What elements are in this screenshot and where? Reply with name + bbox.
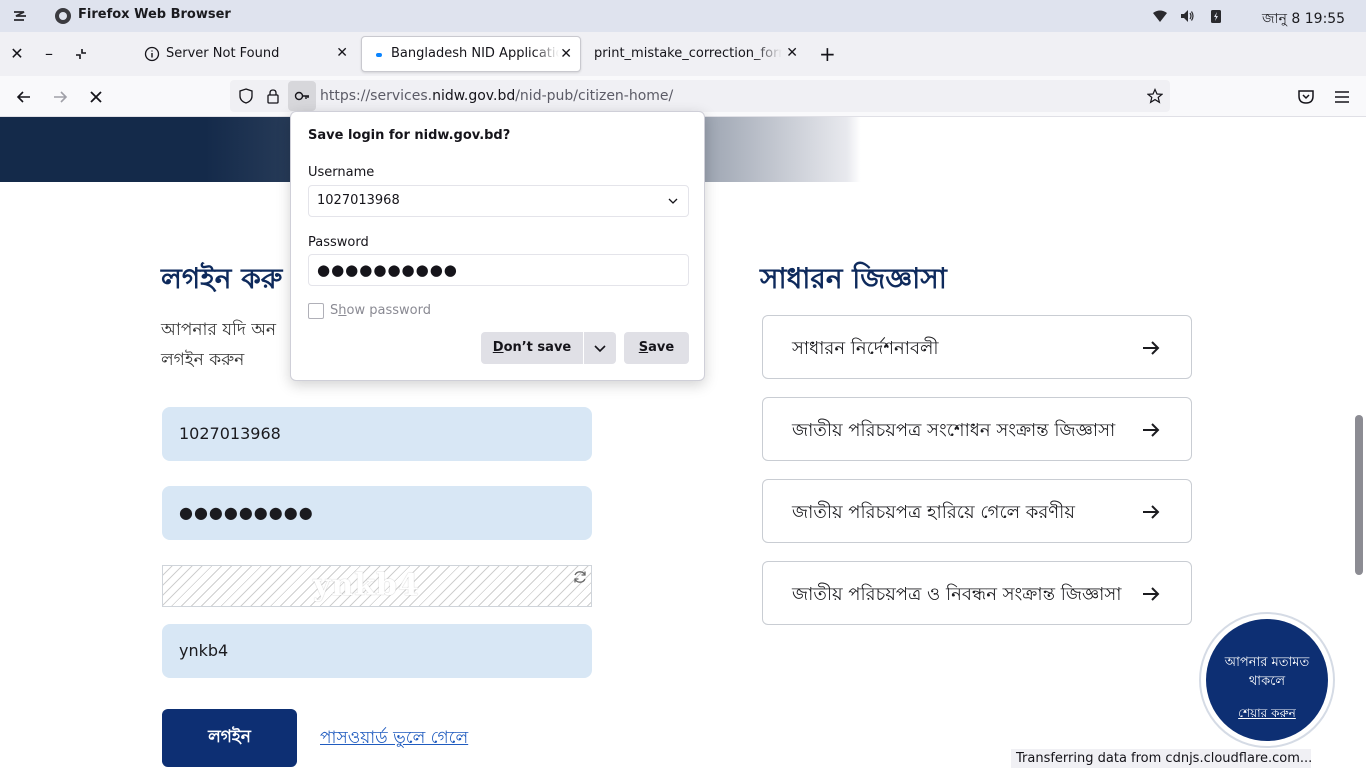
- dont-save-rest: on’t save: [503, 340, 572, 355]
- scrollbar-thumb[interactable]: [1355, 415, 1363, 575]
- tab-server-not-found[interactable]: Server Not Found ✕: [136, 36, 356, 72]
- activities-icon[interactable]: [12, 8, 28, 24]
- tab-close-icon[interactable]: ✕: [786, 46, 798, 60]
- menu-icon[interactable]: [1332, 87, 1352, 107]
- save-accesskey: S: [638, 340, 649, 355]
- url-domain: nidw.gov.bd: [432, 88, 516, 104]
- tab-label: print_mistake_correction_form: [594, 46, 782, 61]
- password-key-button[interactable]: [288, 81, 316, 111]
- shield-icon[interactable]: [238, 88, 254, 104]
- popup-username-field[interactable]: 1027013968: [308, 185, 689, 217]
- show-password-rest: ow password: [346, 303, 431, 318]
- info-icon: [144, 46, 160, 62]
- login-button[interactable]: লগইন: [162, 709, 297, 767]
- tab-print-mistake-correction[interactable]: print_mistake_correction_form ✕: [586, 36, 806, 72]
- username-input[interactable]: 1027013968: [162, 407, 592, 461]
- window-close-icon[interactable]: ✕: [9, 46, 25, 62]
- arrow-right-icon: [1143, 423, 1160, 437]
- faq-item-label: জাতীয় পরিচয়পত্র ও নিবন্ধন সংক্রান্ত জি…: [792, 584, 1122, 605]
- faq-item[interactable]: জাতীয় পরিচয়পত্র হারিয়ে গেলে করণীয়: [762, 479, 1192, 543]
- popup-password-field[interactable]: ●●●●●●●●●●: [308, 254, 689, 286]
- window-restore-icon[interactable]: [73, 46, 89, 62]
- captcha-input[interactable]: ynkb4: [162, 624, 592, 678]
- pocket-icon[interactable]: [1296, 87, 1316, 107]
- dont-save-button[interactable]: Don’t save: [481, 332, 583, 364]
- login-desc-line1: আপনার যদি অন: [161, 320, 277, 340]
- url-bar[interactable]: https://services.nidw.gov.bd/nid-pub/cit…: [230, 80, 1170, 112]
- arrow-right-icon: [1143, 587, 1160, 601]
- chevron-down-icon[interactable]: [666, 194, 680, 208]
- forgot-password-link[interactable]: পাসওয়ার্ড ভুলে গেলে: [320, 725, 468, 753]
- dont-save-dropdown[interactable]: [584, 332, 616, 364]
- captcha-image: ynkb4: [162, 565, 592, 607]
- tab-close-icon[interactable]: ✕: [336, 46, 348, 60]
- dont-save-accesskey: D: [492, 340, 504, 355]
- tab-label: Bangladesh NID Application: [391, 46, 559, 61]
- password-label: Password: [308, 235, 369, 250]
- stop-loading-icon[interactable]: [86, 87, 106, 107]
- save-button[interactable]: Save: [624, 332, 689, 364]
- feedback-text: আপনার মতামত থাকলে: [1224, 655, 1310, 689]
- faq-item[interactable]: জাতীয় পরিচয়পত্র ও নিবন্ধন সংক্রান্ত জি…: [762, 561, 1192, 625]
- save-login-popup: Save login for nidw.gov.bd? Username 102…: [290, 111, 705, 381]
- faq-item[interactable]: জাতীয় পরিচয়পত্র সংশোধন সংক্রান্ত জিজ্ঞ…: [762, 397, 1192, 461]
- show-password-accesskey: h: [338, 303, 347, 318]
- refresh-icon[interactable]: [572, 569, 588, 585]
- tab-bar: ✕ – Server Not Found ✕ Bangladesh NID Ap…: [0, 32, 1366, 76]
- faq-heading: সাধারন জিজ্ঞাসা: [760, 262, 947, 295]
- status-bar: Transferring data from cdnjs.cloudflare.…: [1011, 749, 1311, 768]
- app-title: Firefox Web Browser: [78, 7, 231, 22]
- popup-title: Save login for nidw.gov.bd?: [308, 128, 511, 143]
- back-icon[interactable]: [14, 87, 34, 107]
- save-rest: ave: [648, 340, 675, 355]
- faq-item[interactable]: সাধারন নির্দেশনাবলী: [762, 315, 1192, 379]
- key-icon: [294, 91, 309, 101]
- loading-icon: [376, 53, 382, 57]
- faq-item-label: জাতীয় পরিচয়পত্র সংশোধন সংক্রান্ত জিজ্ঞ…: [792, 420, 1116, 441]
- forward-icon[interactable]: [50, 87, 70, 107]
- login-description: আপনার যদি অন লগইন করুন: [161, 315, 276, 375]
- tab-label: Server Not Found: [166, 46, 280, 61]
- wifi-icon[interactable]: [1153, 9, 1167, 23]
- show-password-checkbox[interactable]: [308, 303, 324, 319]
- login-desc-line2: লগইন করুন: [161, 350, 245, 370]
- feedback-widget[interactable]: আপনার মতামত থাকলে শেয়ার করুন: [1199, 612, 1335, 748]
- captcha-text: ynkb4: [313, 568, 420, 603]
- battery-icon[interactable]: [1209, 9, 1223, 23]
- password-input[interactable]: ●●●●●●●●●: [162, 486, 592, 540]
- feedback-circle: আপনার মতামত থাকলে শেয়ার করুন: [1206, 619, 1328, 741]
- url-text: https://services.nidw.gov.bd/nid-pub/cit…: [320, 88, 673, 104]
- os-top-bar: Firefox Web Browser জানু 8 19:55: [0, 0, 1366, 32]
- volume-icon[interactable]: [1180, 9, 1194, 23]
- login-heading: লগইন করু: [161, 262, 283, 295]
- chevron-down-icon: [594, 345, 606, 353]
- popup-username-value: 1027013968: [317, 193, 400, 208]
- arrow-right-icon: [1143, 341, 1160, 355]
- faq-item-label: সাধারন নির্দেশনাবলী: [792, 338, 939, 359]
- show-password-label[interactable]: Show password: [330, 303, 431, 318]
- feedback-share-link[interactable]: শেয়ার করুন: [1216, 705, 1318, 725]
- url-prefix: https://services.: [320, 88, 433, 104]
- tab-close-icon[interactable]: ✕: [560, 47, 572, 61]
- arrow-right-icon: [1143, 505, 1160, 519]
- username-label: Username: [308, 165, 375, 180]
- firefox-icon: [55, 8, 71, 24]
- window-minimize-icon[interactable]: –: [41, 46, 57, 62]
- bookmark-star-icon[interactable]: [1147, 88, 1163, 104]
- faq-item-label: জাতীয় পরিচয়পত্র হারিয়ে গেলে করণীয়: [792, 502, 1075, 523]
- url-path: /nid-pub/citizen-home/: [515, 88, 674, 104]
- new-tab-icon[interactable]: +: [819, 44, 836, 64]
- clock[interactable]: জানু 8 19:55: [1262, 7, 1345, 31]
- lock-icon[interactable]: [265, 88, 281, 104]
- tab-bangladesh-nid[interactable]: Bangladesh NID Application ✕: [361, 36, 581, 72]
